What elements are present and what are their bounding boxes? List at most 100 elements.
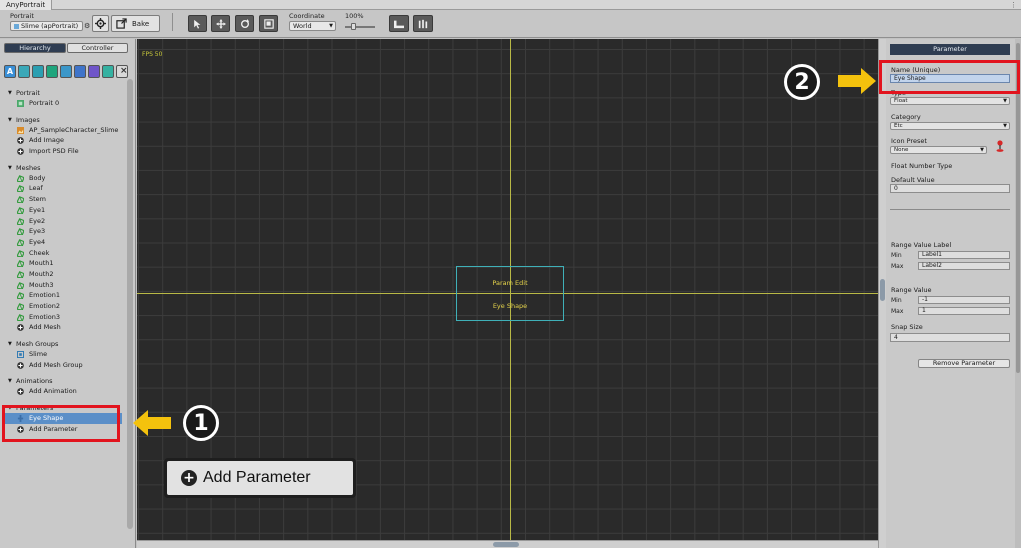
tab-hierarchy[interactable]: Hierarchy: [4, 43, 66, 53]
range-min-field[interactable]: -1: [918, 296, 1010, 304]
param-edit-box[interactable]: Param Edit Eye Shape: [456, 266, 564, 321]
zoom-slider-thumb[interactable]: [350, 23, 356, 30]
chevron-down-icon: ▼: [329, 23, 333, 29]
canvas-v-scroll-thumb[interactable]: [880, 279, 885, 301]
zoom-slider-track[interactable]: [345, 26, 375, 28]
meshgroup-icon: [17, 351, 24, 359]
tree-item[interactable]: Stem: [4, 194, 122, 205]
expand-triangle-icon[interactable]: ▼: [8, 340, 12, 349]
category-value: Etc: [894, 123, 903, 129]
scale-tool-button[interactable]: [259, 15, 278, 32]
tree-group-label: Images: [16, 115, 40, 124]
all-icon[interactable]: A: [4, 65, 16, 78]
hierarchy-scrollbar[interactable]: [127, 79, 133, 529]
bone-view-button[interactable]: [413, 15, 433, 32]
animation-icon[interactable]: [60, 65, 72, 78]
bone-icon[interactable]: [102, 65, 114, 78]
tree-item[interactable]: Mouth1: [4, 258, 122, 269]
tree-item[interactable]: AP_SampleCharacter_Slime: [4, 125, 122, 136]
icon-preset-select[interactable]: None ▼: [890, 146, 987, 154]
tree-item[interactable]: Emotion1: [4, 290, 122, 301]
range-max-label: Max: [891, 308, 904, 315]
move-tool-button[interactable]: [211, 15, 230, 32]
inspector-scrollbar[interactable]: [1015, 39, 1021, 548]
close-x-mark: ×: [120, 66, 128, 76]
mesh-icon[interactable]: [32, 65, 44, 78]
rotate-tool-button[interactable]: [235, 15, 254, 32]
tree-item[interactable]: Mouth3: [4, 280, 122, 291]
expand-triangle-icon[interactable]: ▼: [8, 377, 12, 386]
tree-item-label: Body: [29, 173, 46, 182]
onion-skin-button[interactable]: [389, 15, 409, 32]
coordinate-value: World: [293, 22, 312, 30]
tree-item[interactable]: Eye1: [4, 205, 122, 216]
filter-toolbar: A ×: [4, 65, 128, 79]
tree-group-label: Animations: [16, 377, 53, 386]
tree-item[interactable]: Leaf: [4, 183, 122, 194]
parameter-icon[interactable]: [88, 65, 100, 78]
icon-preset-label: Icon Preset: [891, 137, 927, 145]
coordinate-select[interactable]: World ▼: [289, 21, 336, 31]
expand-triangle-icon[interactable]: ▼: [8, 89, 12, 98]
add-icon: [17, 388, 24, 396]
tree-item[interactable]: Add Mesh Group: [4, 360, 122, 371]
range-max-field[interactable]: 1: [918, 307, 1010, 315]
canvas-horizontal-scrollbar[interactable]: [137, 540, 878, 548]
tree-item[interactable]: Mouth2: [4, 269, 122, 280]
tree-item[interactable]: Add Mesh: [4, 322, 122, 333]
tree-item[interactable]: Eye4: [4, 237, 122, 248]
type-select[interactable]: Float ▼: [890, 97, 1010, 105]
settings-small-icon[interactable]: ⚙: [84, 22, 90, 30]
category-select[interactable]: Etc ▼: [890, 122, 1010, 130]
tree-item[interactable]: Portrait 0: [4, 98, 122, 109]
expand-triangle-icon[interactable]: ▼: [8, 116, 12, 125]
mesh-icon: [17, 206, 24, 214]
tree-item-label: Import PSD File: [29, 147, 79, 156]
tree-item[interactable]: Add Image: [4, 135, 122, 146]
tree-item-label: Add Image: [29, 136, 65, 145]
tree-item[interactable]: Eye2: [4, 216, 122, 227]
add-icon: +: [181, 470, 197, 486]
zoomed-add-parameter-label: Add Parameter: [203, 469, 311, 486]
tree-item[interactable]: Eye3: [4, 226, 122, 237]
remove-parameter-button[interactable]: Remove Parameter: [918, 359, 1010, 368]
tree-item[interactable]: Emotion3: [4, 312, 122, 323]
tree-group-animations[interactable]: ▼ Animations: [4, 377, 122, 386]
canvas-vertical-scrollbar[interactable]: [878, 39, 886, 548]
tree-group-images[interactable]: ▼ Images: [4, 116, 122, 125]
tree-item[interactable]: Body: [4, 173, 122, 184]
portrait-select[interactable]: Slime (apPortrait): [10, 21, 83, 31]
control-icon[interactable]: [74, 65, 86, 78]
close-icon[interactable]: ×: [116, 65, 128, 78]
range-label-min-field[interactable]: Label1: [918, 251, 1010, 259]
tree-item[interactable]: Emotion2: [4, 301, 122, 312]
brush-icon: [394, 20, 404, 28]
add-icon: [17, 324, 24, 332]
snap-size-field[interactable]: 4: [890, 333, 1010, 342]
expand-triangle-icon[interactable]: ▼: [8, 164, 12, 173]
range-label-title: Range Value Label: [891, 241, 952, 249]
tree-group-mesh-groups[interactable]: ▼ Mesh Groups: [4, 340, 122, 349]
image-icon[interactable]: [18, 65, 30, 78]
tab-controller[interactable]: Controller: [67, 43, 128, 53]
range-label-max-field[interactable]: Label2: [918, 262, 1010, 270]
canvas-h-scroll-thumb[interactable]: [493, 542, 519, 547]
default-value-field[interactable]: 0: [890, 184, 1010, 193]
tree-item[interactable]: Import PSD File: [4, 146, 122, 157]
bake-button[interactable]: Bake: [111, 15, 160, 32]
mesh-icon: [17, 260, 24, 268]
float-type-label: Float Number Type: [891, 162, 953, 170]
grid-bars-icon: [418, 19, 428, 28]
window-menu-icon[interactable]: ⋮: [1010, 0, 1017, 10]
tree-item[interactable]: Slime: [4, 349, 122, 360]
select-tool-button[interactable]: [188, 15, 207, 32]
tree-group-portrait[interactable]: ▼ Portrait: [4, 89, 122, 98]
tree-group-meshes[interactable]: ▼ Meshes: [4, 164, 122, 173]
meshgroup-icon[interactable]: [46, 65, 58, 78]
window-title-tab[interactable]: AnyPortrait: [0, 0, 53, 10]
settings-button[interactable]: [92, 15, 109, 32]
tree-item[interactable]: Add Animation: [4, 386, 122, 397]
tree-item[interactable]: Cheek: [4, 248, 122, 259]
